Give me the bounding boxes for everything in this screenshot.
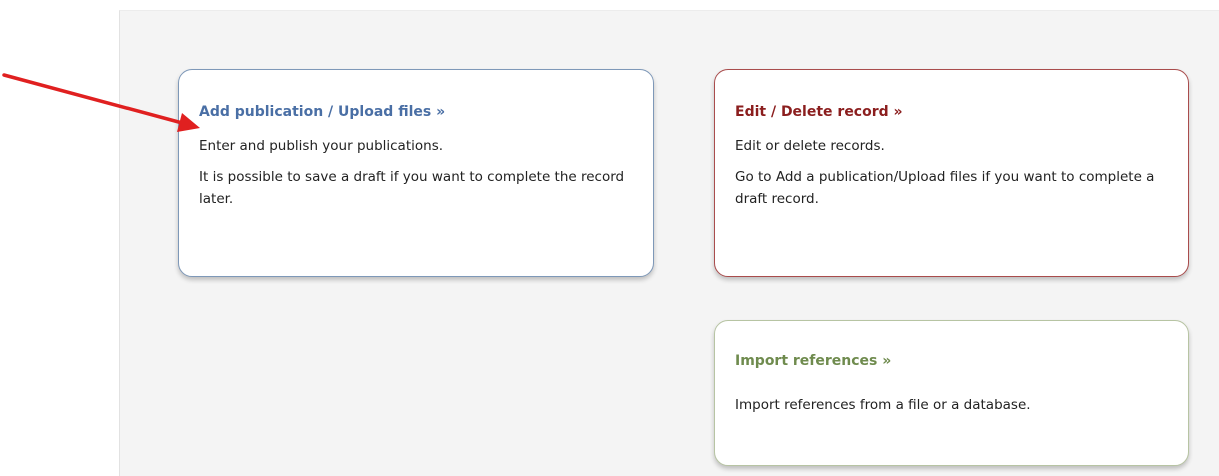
- import-references-description: Import references from a file or a datab…: [735, 397, 1031, 413]
- left-margin: [0, 0, 119, 476]
- add-publication-description: Enter and publish your publications.: [199, 138, 444, 154]
- edit-delete-record-draft-note: Go to Add a publication/Upload files if …: [735, 169, 1155, 207]
- add-publication-draft-note: It is possible to save a draft if you wa…: [199, 169, 625, 207]
- page: Add publication / Upload files » Enter a…: [0, 0, 1219, 476]
- edit-delete-record-card[interactable]: Edit / Delete record » Edit or delete re…: [714, 69, 1189, 277]
- import-references-link[interactable]: Import references »: [735, 352, 1168, 370]
- add-publication-card[interactable]: Add publication / Upload files » Enter a…: [178, 69, 654, 277]
- add-publication-link[interactable]: Add publication / Upload files »: [199, 103, 633, 121]
- edit-delete-record-description: Edit or delete records.: [735, 138, 885, 154]
- edit-delete-record-link[interactable]: Edit / Delete record »: [735, 103, 1168, 121]
- import-references-card[interactable]: Import references » Import references fr…: [714, 320, 1189, 466]
